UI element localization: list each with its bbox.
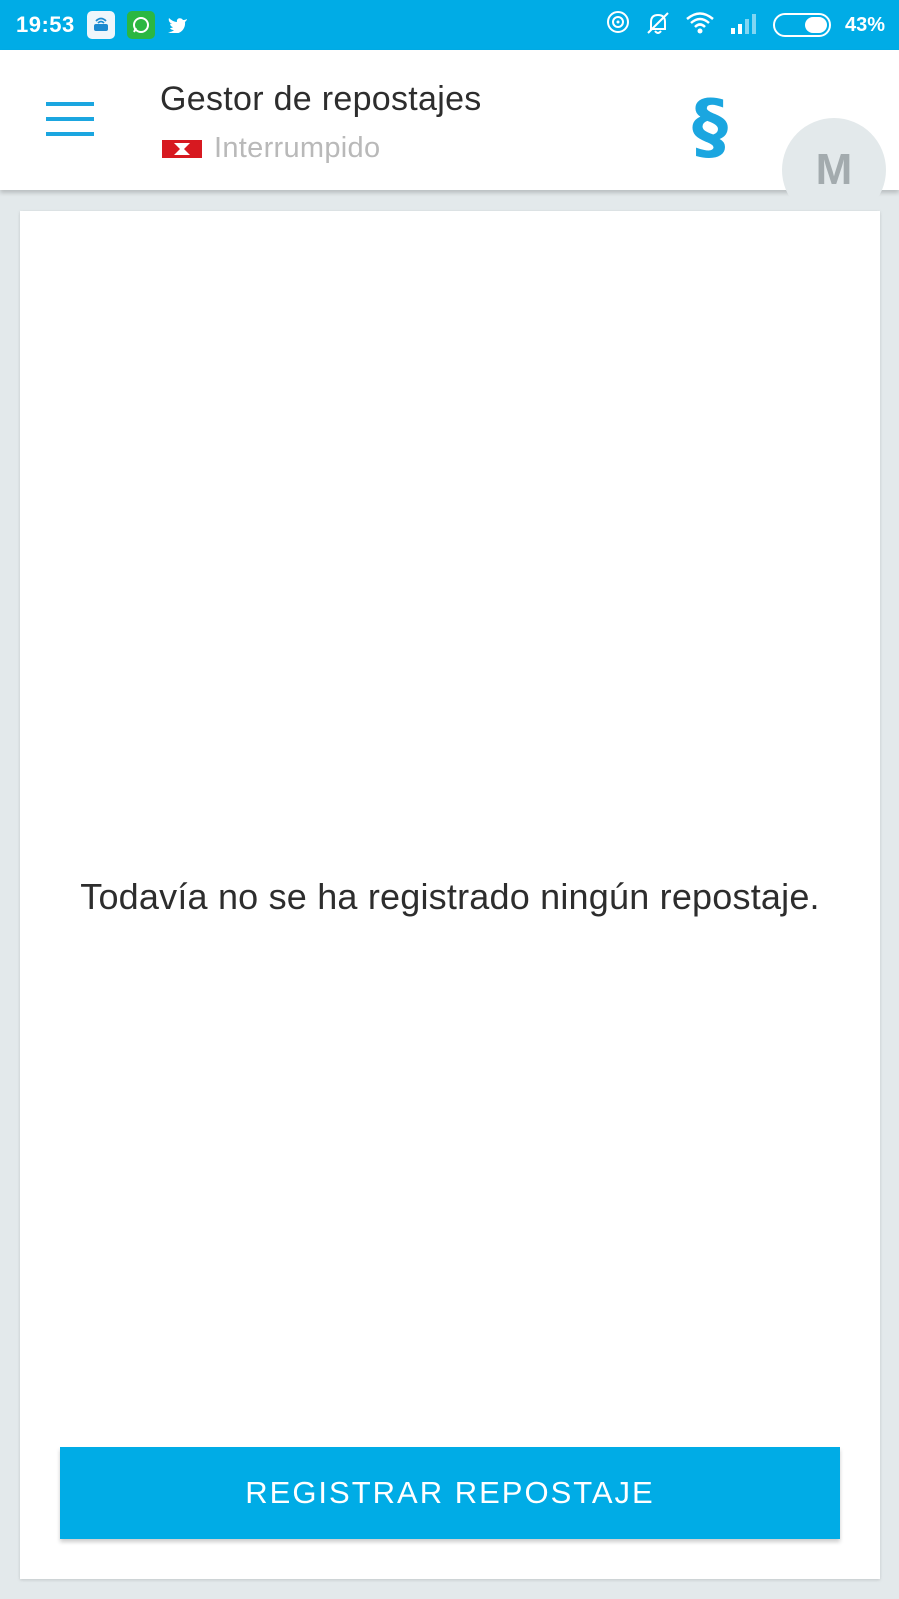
- signal-icon: [729, 12, 759, 39]
- app-bar: Gestor de repostajes Interrumpido § M: [0, 50, 899, 222]
- twitter-icon: [167, 11, 189, 39]
- connection-status: Interrumpido: [162, 132, 380, 165]
- status-time: 19:53: [16, 12, 75, 37]
- empty-state-message: Todavía no se ha registrado ningún repos…: [80, 876, 820, 917]
- hotspot-icon: [605, 10, 631, 41]
- hamburger-menu-icon[interactable]: [46, 102, 94, 136]
- battery-icon: [772, 13, 831, 37]
- register-refuel-button[interactable]: REGISTRAR REPOSTAJE: [60, 1447, 840, 1539]
- status-flag-icon: [162, 139, 202, 158]
- wifi-icon: [685, 11, 715, 40]
- system-tray: 43%: [605, 10, 885, 41]
- status-bar: 19:53 43%: [0, 0, 899, 50]
- battery-percentage: 43%: [844, 13, 885, 36]
- status-text: Interrumpido: [214, 132, 381, 164]
- whatsapp-icon: [126, 11, 155, 39]
- page-title: Gestor de repostajes: [160, 80, 482, 118]
- car-wifi-app-icon: [86, 11, 115, 39]
- main-card: Todavía no se ha registrado ningún repos…: [20, 211, 880, 1579]
- avatar[interactable]: M: [782, 118, 886, 222]
- notifications-off-icon: [645, 10, 671, 41]
